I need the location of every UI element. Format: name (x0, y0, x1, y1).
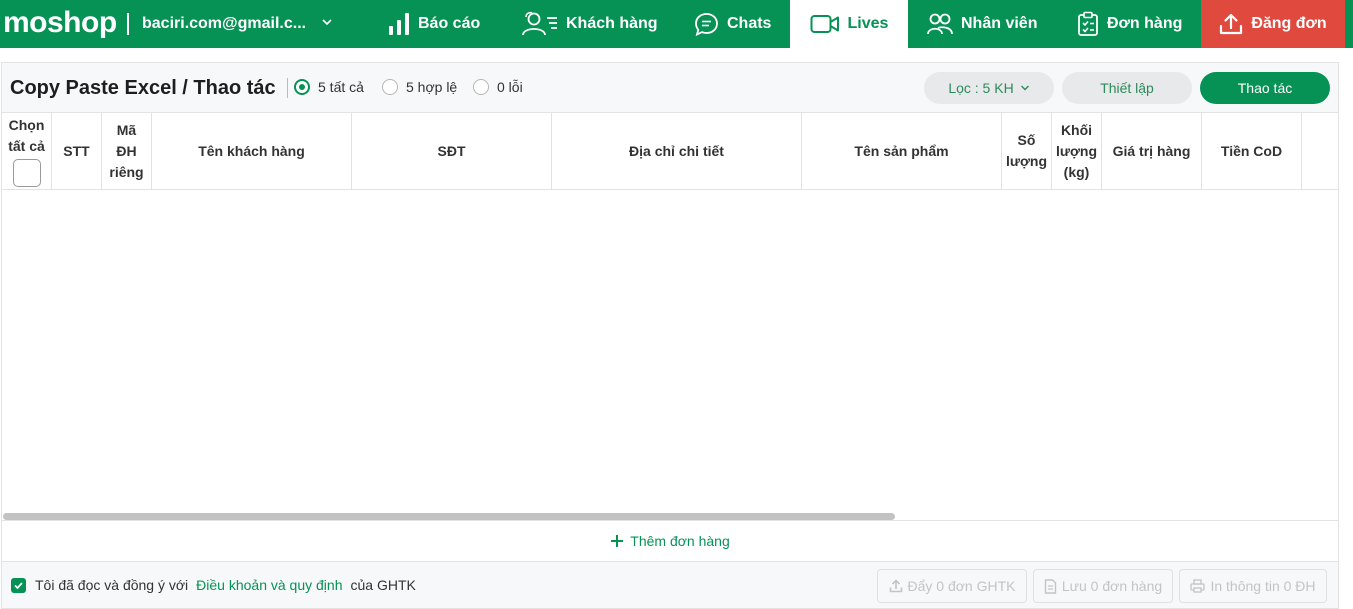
column-header-line: Tên sản phẩm (854, 142, 949, 159)
radio-unselected-icon (473, 79, 489, 95)
column-header-line: lượng (1055, 142, 1098, 159)
column-header-line: Giá trị hàng (1112, 142, 1191, 159)
column-header-line: SĐT (437, 142, 466, 159)
radio-selected-icon (294, 79, 310, 95)
printer-icon (1190, 579, 1206, 593)
plus-icon (611, 535, 624, 547)
filter-all-label: 5 tất cả (318, 79, 364, 95)
chevron-down-icon[interactable] (321, 16, 333, 28)
filter-customers-label: Lọc : 5 KH (948, 80, 1014, 96)
column-header-line: tất cả (8, 138, 45, 154)
bar-chart-icon (389, 13, 409, 35)
column-header-line: lượng (1005, 153, 1048, 169)
order-import-panel: Copy Paste Excel / Thao tác 5 tất cả 5 h… (1, 62, 1339, 609)
terms-prefix-text: Tôi đã đọc và đồng ý với (35, 577, 189, 593)
print-orders-label: In thông tin 0 ĐH (1210, 578, 1316, 594)
nav-orders-label: Đơn hàng (1107, 15, 1183, 32)
print-orders-button[interactable]: In thông tin 0 ĐH (1179, 569, 1327, 603)
column-header-cod: Tiền CoD (1202, 113, 1302, 189)
column-header-line: Mã (116, 121, 137, 138)
checkmark-icon (14, 581, 23, 589)
video-camera-icon (810, 15, 839, 33)
settings-button[interactable]: Thiết lập (1062, 72, 1192, 104)
filter-error-label: 0 lỗi (497, 79, 523, 95)
select-all-checkbox[interactable] (12, 159, 41, 187)
column-header-stt: STT (52, 113, 102, 189)
document-icon (1044, 578, 1057, 594)
nav-lives[interactable]: Lives (790, 0, 908, 48)
page-title: Copy Paste Excel / Thao tác (10, 77, 276, 99)
upload-icon (1220, 13, 1243, 35)
terms-agreement: Tôi đã đọc và đồng ý với Điều khoản và q… (11, 577, 416, 593)
column-header-line: riêng (109, 163, 144, 180)
horizontal-scrollbar[interactable] (3, 513, 895, 520)
column-header-address: Địa chỉ chi tiết (552, 113, 802, 189)
app-logo[interactable]: moshop (3, 5, 117, 41)
push-ghtk-label: Đẩy 0 đơn GHTK (907, 578, 1016, 594)
filter-all-radio[interactable]: 5 tất cả (294, 79, 364, 95)
account-email[interactable]: baciri.com@gmail.c... (142, 14, 306, 34)
actions-button[interactable]: Thao tác (1200, 72, 1330, 104)
nav-customers[interactable]: Khách hàng (520, 0, 658, 48)
column-header-goods-value: Giá trị hàng (1102, 113, 1202, 189)
column-header-line: Khối (1060, 121, 1093, 138)
filter-customers-dropdown[interactable]: Lọc : 5 KH (924, 72, 1054, 104)
column-header-line: Số (1017, 132, 1036, 148)
filter-valid-label: 5 hợp lệ (406, 79, 458, 95)
save-orders-button[interactable]: Lưu 0 đơn hàng (1033, 569, 1173, 603)
column-header-phone: SĐT (352, 113, 552, 189)
nav-chats-label: Chats (727, 15, 772, 32)
column-header-product-name: Tên sản phẩm (802, 113, 1002, 189)
nav-lives-label: Lives (847, 15, 889, 32)
publish-order-button[interactable]: Đăng đơn (1201, 0, 1345, 48)
save-orders-label: Lưu 0 đơn hàng (1061, 578, 1163, 594)
column-header-order-code: Mã ĐH riêng (102, 113, 152, 189)
terms-checkbox[interactable] (11, 577, 26, 593)
column-header-customer-name: Tên khách hàng (152, 113, 352, 189)
column-header-weight: Khối lượng (kg) (1052, 113, 1102, 189)
top-nav-bar: moshop baciri.com@gmail.c... Báo cáo Khá… (0, 0, 1353, 48)
nav-reports[interactable]: Báo cáo (388, 0, 480, 48)
add-order-button[interactable]: Thêm đơn hàng (2, 520, 1338, 561)
add-order-label: Thêm đơn hàng (630, 533, 730, 549)
filter-valid-radio[interactable]: 5 hợp lệ (382, 79, 457, 95)
nav-reports-label: Báo cáo (418, 15, 481, 32)
push-ghtk-button[interactable]: Đẩy 0 đơn GHTK (877, 569, 1027, 603)
table-header: Chọn tất cả STT Mã ĐH riêng Tên khách hà… (2, 113, 1338, 190)
column-header-line: ĐH (116, 142, 137, 159)
nav-orders[interactable]: Đơn hàng (1077, 0, 1182, 48)
nav-staff[interactable]: Nhân viên (927, 0, 1037, 48)
panel-header: Copy Paste Excel / Thao tác 5 tất cả 5 h… (2, 63, 1338, 113)
title-divider (287, 78, 288, 98)
filter-error-radio[interactable]: 0 lỗi (473, 79, 523, 95)
customers-icon (522, 11, 557, 36)
column-header-line: (kg) (1063, 163, 1090, 180)
clipboard-icon (1078, 11, 1098, 36)
chevron-down-icon (1020, 85, 1029, 91)
staff-icon (927, 13, 953, 35)
nav-customers-label: Khách hàng (566, 15, 658, 32)
table-body-empty (2, 191, 1338, 511)
panel-footer: Tôi đã đọc và đồng ý với Điều khoản và q… (2, 561, 1338, 608)
column-header-select-all: Chọn tất cả (2, 113, 52, 189)
nav-staff-label: Nhân viên (961, 15, 1038, 32)
column-header-quantity: Số lượng (1002, 113, 1052, 189)
terms-link[interactable]: Điều khoản và quy định (196, 577, 342, 593)
publish-order-label: Đăng đơn (1251, 15, 1327, 32)
logo-divider (127, 13, 129, 35)
nav-chats[interactable]: Chats (694, 0, 771, 48)
column-header-line: Tiền CoD (1220, 142, 1283, 159)
column-header-line: Địa chỉ chi tiết (629, 142, 724, 159)
column-header-line: Chọn (8, 117, 45, 133)
column-header-line: Tên khách hàng (198, 142, 305, 159)
terms-suffix-text: của GHTK (350, 577, 416, 593)
column-header-line: STT (63, 142, 90, 159)
chat-bubble-icon (695, 12, 718, 36)
radio-unselected-icon (382, 79, 398, 95)
upload-icon (889, 579, 902, 593)
